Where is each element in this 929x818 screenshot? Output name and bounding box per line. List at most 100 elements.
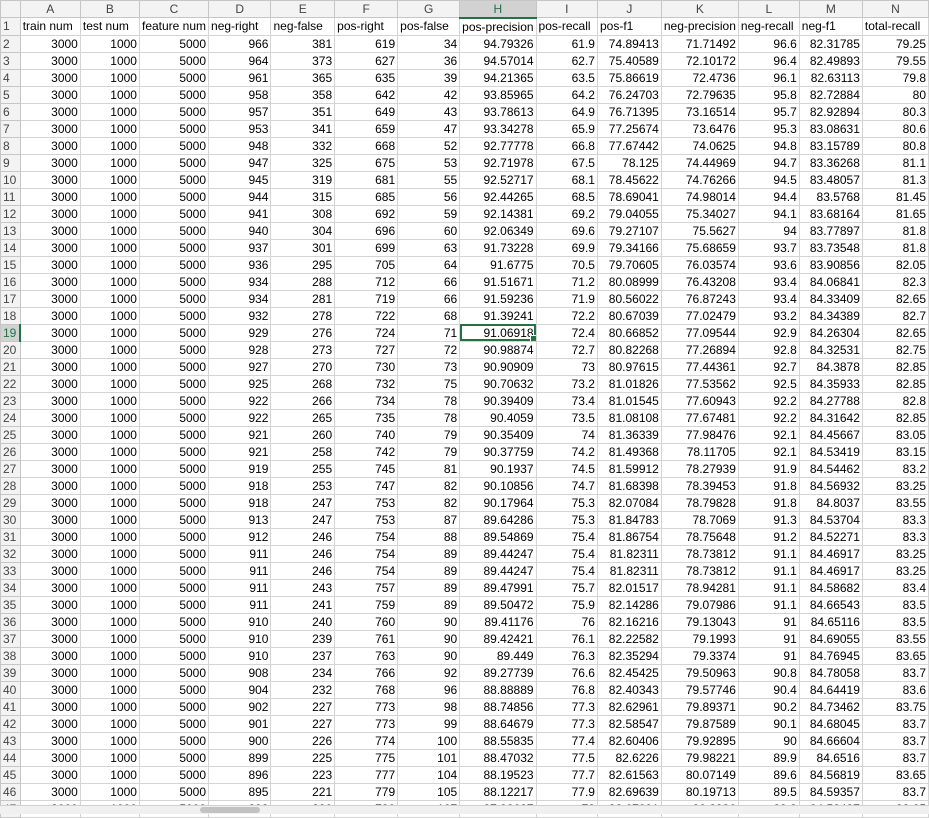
data-cell[interactable]: 5000 xyxy=(138,187,210,206)
data-cell[interactable]: 78.27939 xyxy=(660,459,739,478)
data-cell[interactable]: 773 xyxy=(334,697,399,716)
data-cell[interactable]: 81 xyxy=(397,459,461,478)
data-cell[interactable]: 84.8037 xyxy=(798,493,863,512)
data-cell[interactable]: 84.56932 xyxy=(798,476,863,495)
data-cell[interactable]: 82.85 xyxy=(861,374,929,393)
data-cell[interactable]: 81.84783 xyxy=(596,510,662,529)
horizontal-scrollbar[interactable] xyxy=(0,805,929,814)
data-cell[interactable]: 3000 xyxy=(19,221,81,240)
data-cell[interactable]: 5000 xyxy=(138,136,210,155)
data-cell[interactable]: 278 xyxy=(270,306,336,325)
data-cell[interactable]: 5000 xyxy=(138,527,210,546)
data-cell[interactable]: 77.44361 xyxy=(660,357,739,376)
data-cell[interactable]: 88.88889 xyxy=(459,680,537,699)
data-cell[interactable]: 64.9 xyxy=(535,102,598,121)
data-cell[interactable]: 82.61563 xyxy=(596,765,662,784)
data-cell[interactable]: 77.25674 xyxy=(596,119,662,138)
column-header-f[interactable]: F xyxy=(334,0,399,18)
data-cell[interactable]: 766 xyxy=(334,663,399,682)
row-header-39[interactable]: 39 xyxy=(0,663,21,682)
data-cell[interactable]: 78.45622 xyxy=(596,170,662,189)
data-cell[interactable]: 78 xyxy=(397,391,461,410)
data-cell[interactable]: 1000 xyxy=(79,34,140,53)
data-cell[interactable]: 90.10856 xyxy=(459,476,537,495)
header-cell[interactable]: pos-false xyxy=(397,17,461,36)
data-cell[interactable]: 944 xyxy=(208,187,272,206)
data-cell[interactable]: 3000 xyxy=(19,510,81,529)
data-cell[interactable]: 80.67039 xyxy=(596,306,662,325)
data-cell[interactable]: 84.66604 xyxy=(798,731,863,750)
data-cell[interactable]: 961 xyxy=(208,68,272,87)
data-cell[interactable]: 247 xyxy=(270,493,336,512)
data-cell[interactable]: 80.3 xyxy=(861,102,929,121)
data-cell[interactable]: 82.05 xyxy=(861,255,929,274)
data-cell[interactable]: 268 xyxy=(270,374,336,393)
data-cell[interactable]: 74.98014 xyxy=(660,187,739,206)
row-header-36[interactable]: 36 xyxy=(0,612,21,631)
data-cell[interactable]: 3000 xyxy=(19,765,81,784)
data-cell[interactable]: 92.2 xyxy=(737,391,800,410)
data-cell[interactable]: 89.6 xyxy=(737,765,800,784)
data-cell[interactable]: 1000 xyxy=(79,629,140,648)
data-cell[interactable]: 96.6 xyxy=(737,34,800,53)
data-cell[interactable]: 90 xyxy=(397,629,461,648)
data-cell[interactable]: 74.7 xyxy=(535,476,598,495)
header-cell[interactable]: total-recall xyxy=(861,17,929,36)
data-cell[interactable]: 5000 xyxy=(138,663,210,682)
data-cell[interactable]: 88.12217 xyxy=(459,782,537,801)
data-cell[interactable]: 724 xyxy=(334,323,399,342)
data-cell[interactable]: 1000 xyxy=(79,51,140,70)
data-cell[interactable]: 5000 xyxy=(138,561,210,580)
data-cell[interactable]: 83.7 xyxy=(861,782,929,801)
data-cell[interactable]: 3000 xyxy=(19,204,81,223)
data-cell[interactable]: 901 xyxy=(208,714,272,733)
data-cell[interactable]: 84.26304 xyxy=(798,323,863,342)
data-cell[interactable]: 966 xyxy=(208,34,272,53)
data-cell[interactable]: 64 xyxy=(397,255,461,274)
header-cell[interactable]: pos-recall xyxy=(535,17,598,36)
data-cell[interactable]: 82.6226 xyxy=(596,748,662,767)
data-cell[interactable]: 63.5 xyxy=(535,68,598,87)
data-cell[interactable]: 78.94281 xyxy=(660,578,739,597)
row-header-29[interactable]: 29 xyxy=(0,493,21,512)
data-cell[interactable]: 3000 xyxy=(19,408,81,427)
row-header-5[interactable]: 5 xyxy=(0,85,21,104)
data-cell[interactable]: 93.4 xyxy=(737,289,800,308)
data-cell[interactable]: 773 xyxy=(334,714,399,733)
column-header-d[interactable]: D xyxy=(208,0,272,18)
data-cell[interactable]: 91.59236 xyxy=(459,289,537,308)
row-header-31[interactable]: 31 xyxy=(0,527,21,546)
data-cell[interactable]: 79.89371 xyxy=(660,697,739,716)
data-cell[interactable]: 89.47991 xyxy=(459,578,537,597)
data-cell[interactable]: 83.55 xyxy=(861,629,929,648)
data-cell[interactable]: 3000 xyxy=(19,697,81,716)
data-cell[interactable]: 76.03574 xyxy=(660,255,739,274)
data-cell[interactable]: 63 xyxy=(397,238,461,257)
data-cell[interactable]: 759 xyxy=(334,595,399,614)
data-cell[interactable]: 341 xyxy=(270,119,336,138)
data-cell[interactable]: 74.0625 xyxy=(660,136,739,155)
data-cell[interactable]: 92.8 xyxy=(737,340,800,359)
data-cell[interactable]: 94.1 xyxy=(737,204,800,223)
header-cell[interactable]: neg-right xyxy=(208,17,272,36)
data-cell[interactable]: 5000 xyxy=(138,34,210,53)
data-cell[interactable]: 88 xyxy=(397,527,461,546)
data-cell[interactable]: 5000 xyxy=(138,51,210,70)
data-cell[interactable]: 1000 xyxy=(79,119,140,138)
data-cell[interactable]: 699 xyxy=(334,238,399,257)
data-cell[interactable]: 5000 xyxy=(138,119,210,138)
data-cell[interactable]: 681 xyxy=(334,170,399,189)
data-cell[interactable]: 75.34027 xyxy=(660,204,739,223)
data-cell[interactable]: 5000 xyxy=(138,782,210,801)
data-cell[interactable]: 62.7 xyxy=(535,51,598,70)
data-cell[interactable]: 1000 xyxy=(79,68,140,87)
data-cell[interactable]: 919 xyxy=(208,459,272,478)
data-cell[interactable]: 266 xyxy=(270,391,336,410)
data-cell[interactable]: 925 xyxy=(208,374,272,393)
data-cell[interactable]: 89.449 xyxy=(459,646,537,665)
row-header-16[interactable]: 16 xyxy=(0,272,21,291)
data-cell[interactable]: 3000 xyxy=(19,340,81,359)
data-cell[interactable]: 91.6775 xyxy=(459,255,537,274)
data-cell[interactable]: 84.66543 xyxy=(798,595,863,614)
data-cell[interactable]: 77.67481 xyxy=(660,408,739,427)
